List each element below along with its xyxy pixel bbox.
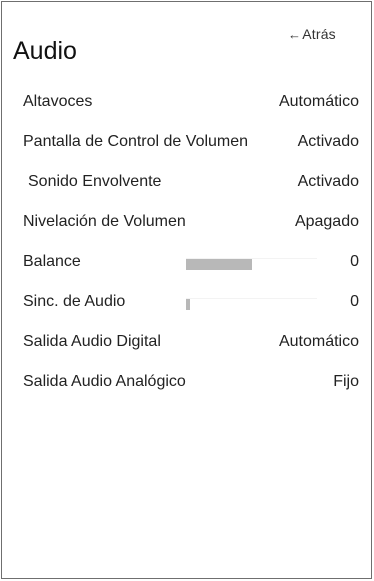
setting-row-altavoces[interactable]: Altavoces Automático bbox=[23, 93, 359, 115]
setting-label: Salida Audio Digital bbox=[23, 333, 161, 350]
setting-value: 0 bbox=[350, 253, 359, 270]
setting-row-sonido-envolvente[interactable]: Sonido Envolvente Activado bbox=[23, 173, 359, 195]
setting-label: Altavoces bbox=[23, 93, 93, 110]
setting-label: Nivelación de Volumen bbox=[23, 213, 186, 230]
setting-row-salida-audio-digital[interactable]: Salida Audio Digital Automático bbox=[23, 333, 359, 355]
audio-sync-slider-fill bbox=[186, 299, 190, 310]
setting-row-pantalla-control-volumen[interactable]: Pantalla de Control de Volumen Activado bbox=[23, 133, 359, 155]
setting-label: Salida Audio Analógico bbox=[23, 373, 186, 390]
setting-row-salida-audio-analogico[interactable]: Salida Audio Analógico Fijo bbox=[23, 373, 359, 395]
audio-settings-panel: ←Atrás Audio Altavoces Automático Pantal… bbox=[1, 1, 372, 579]
setting-value: Automático bbox=[278, 93, 359, 110]
back-arrow-icon: ← bbox=[288, 27, 302, 42]
setting-value: Activado bbox=[297, 173, 359, 190]
back-label: Atrás bbox=[302, 26, 336, 42]
audio-sync-slider[interactable] bbox=[186, 298, 317, 310]
setting-value: Activado bbox=[297, 133, 359, 150]
setting-value: Fijo bbox=[333, 373, 359, 390]
balance-slider[interactable] bbox=[186, 258, 317, 270]
setting-row-nivelacion-volumen[interactable]: Nivelación de Volumen Apagado bbox=[23, 213, 359, 235]
setting-value: 0 bbox=[350, 293, 359, 310]
setting-value: Automático bbox=[278, 333, 359, 350]
balance-slider-fill bbox=[186, 259, 252, 270]
back-button[interactable]: ←Atrás bbox=[288, 26, 336, 42]
setting-row-sinc-audio[interactable]: Sinc. de Audio 0 bbox=[23, 293, 359, 315]
page-title: Audio bbox=[13, 37, 77, 65]
setting-label: Pantalla de Control de Volumen bbox=[23, 133, 249, 150]
setting-row-balance[interactable]: Balance 0 bbox=[23, 253, 359, 275]
setting-value: Apagado bbox=[294, 213, 359, 230]
setting-label: Balance bbox=[23, 253, 81, 270]
setting-label: Sonido Envolvente bbox=[28, 173, 162, 190]
setting-label: Sinc. de Audio bbox=[23, 293, 126, 310]
